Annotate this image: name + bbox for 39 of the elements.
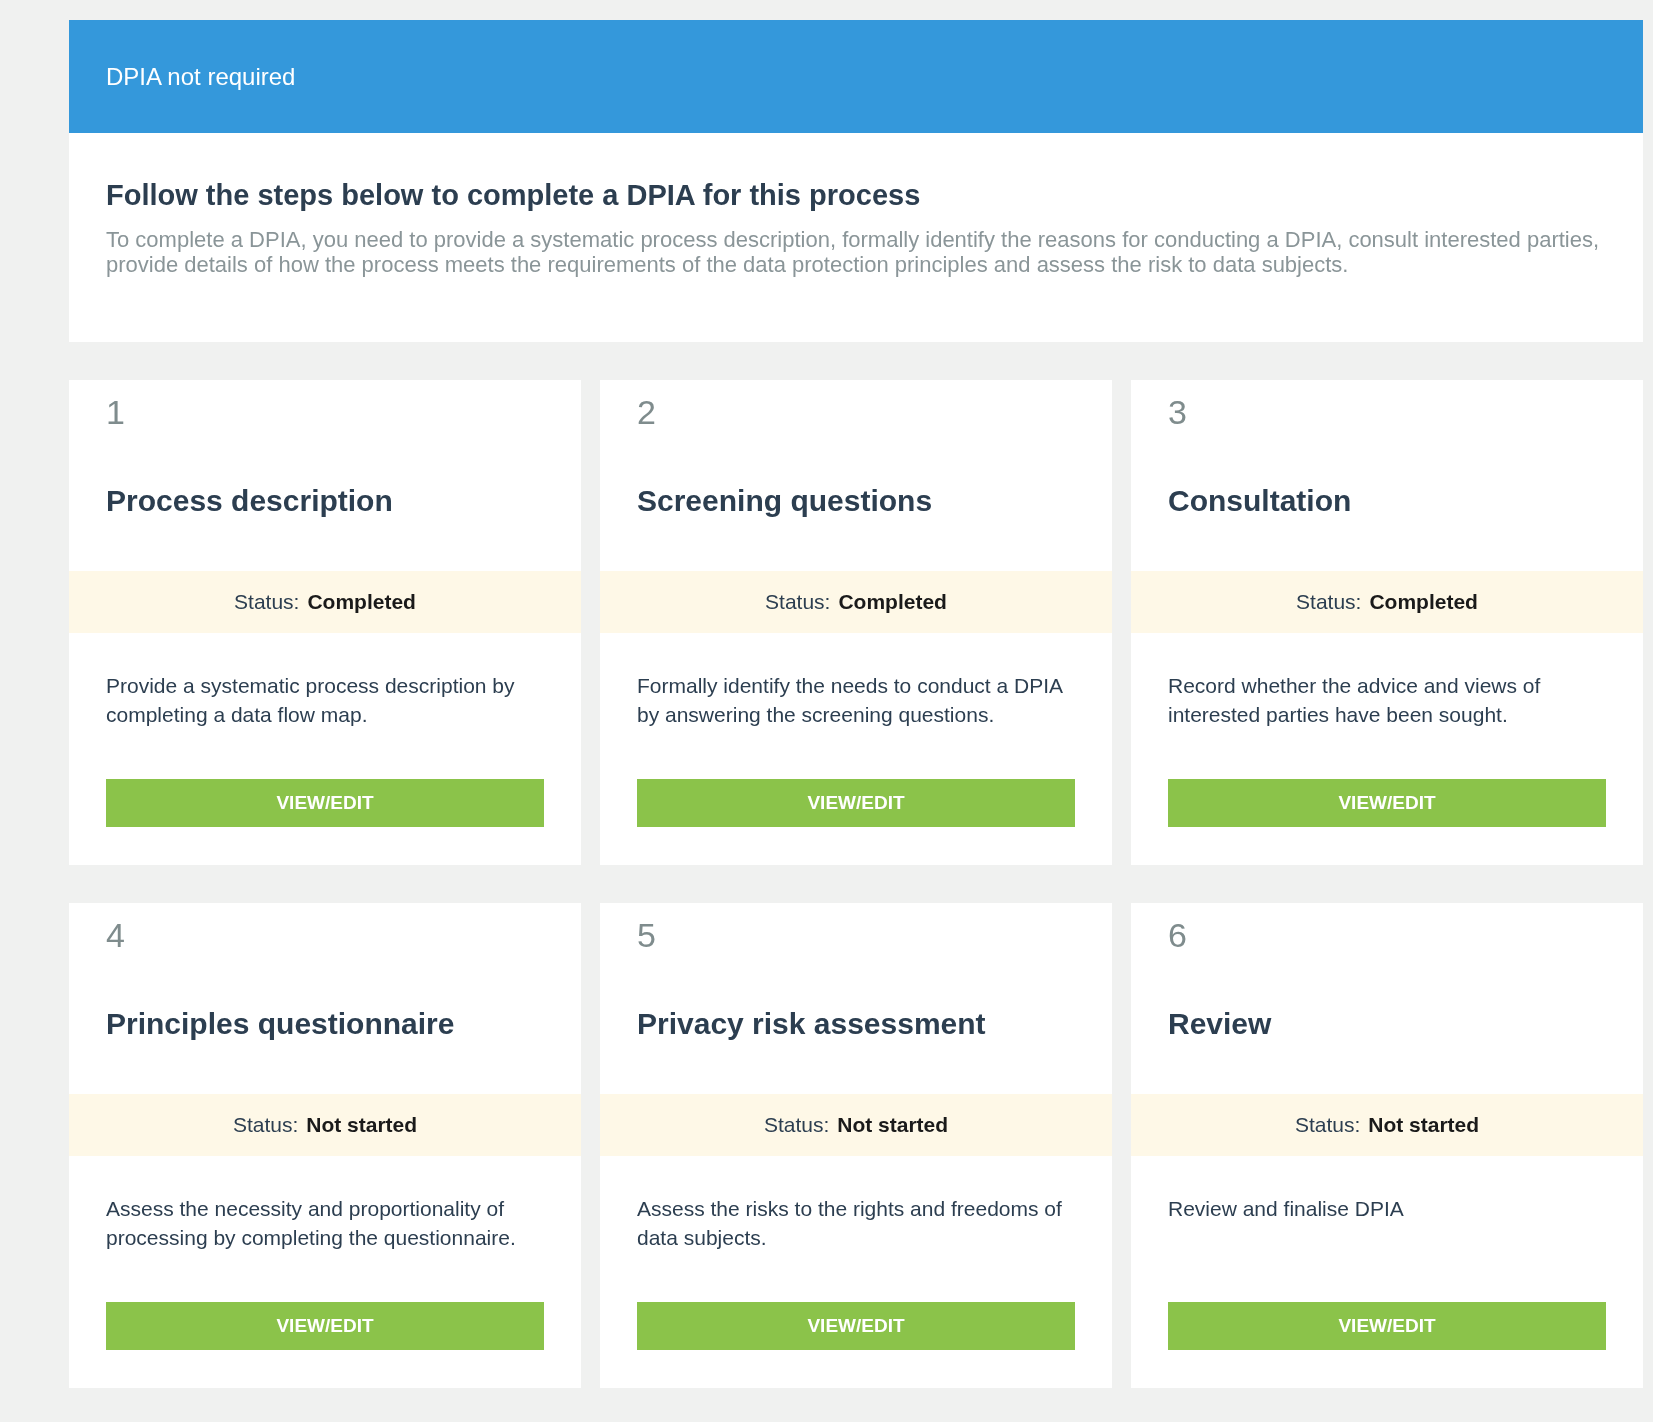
status-label: Status: [1296, 589, 1362, 616]
step-title: Privacy risk assessment [637, 1006, 986, 1042]
step-number: 5 [637, 915, 656, 956]
step-number: 2 [637, 392, 656, 433]
intro-text: To complete a DPIA, you need to provide a systematic process description, formally identify the reasons for conducting a DPIA, consult interested parties, provide details of how the process meets the requirements of the data protection principles and assess the risk to data subjects. [106, 227, 1601, 278]
step-number: 4 [106, 915, 125, 956]
view-edit-button[interactable]: VIEW/EDIT [106, 779, 544, 827]
step-title: Consultation [1168, 483, 1352, 519]
step-title: Process description [106, 483, 393, 519]
view-edit-button[interactable]: VIEW/EDIT [1168, 1302, 1606, 1350]
view-edit-button[interactable]: VIEW/EDIT [1168, 779, 1606, 827]
step-title: Review [1168, 1006, 1272, 1042]
view-edit-button[interactable]: VIEW/EDIT [637, 1302, 1075, 1350]
status-value: Completed [307, 589, 416, 616]
status-label: Status: [1294, 1112, 1361, 1139]
intro-heading: Follow the steps below to complete a DPIA for this process [106, 178, 922, 213]
step-description: Record whether the advice and views of interested parties have been sought. [1168, 673, 1542, 728]
status-label: Status: [234, 589, 300, 616]
status-value: Not started [306, 1112, 418, 1139]
view-edit-button[interactable]: VIEW/EDIT [106, 1302, 544, 1350]
status-label: Status: [232, 1112, 299, 1139]
step-description: Review and finalise DPIA [1168, 1196, 1405, 1222]
status-value: Not started [1368, 1112, 1480, 1139]
status-label: Status: [763, 1112, 830, 1139]
step-number: 6 [1168, 915, 1187, 956]
status-value: Completed [838, 589, 947, 616]
status-label: Status: [765, 589, 831, 616]
status-value: Completed [1369, 589, 1478, 616]
step-title: Screening questions [637, 483, 933, 519]
status-value: Not started [837, 1112, 949, 1139]
step-description: Assess the necessity and proportionality of processing by completing the questionnaire. [106, 1196, 517, 1251]
view-edit-button[interactable]: VIEW/EDIT [637, 779, 1075, 827]
step-description: Provide a systematic process description by completing a data flow map. [106, 673, 516, 728]
banner-title: DPIA not required [106, 61, 296, 92]
step-number: 3 [1168, 392, 1187, 433]
step-description: Assess the risks to the rights and freedoms of data subjects. [637, 1196, 1063, 1251]
step-number: 1 [106, 392, 125, 433]
step-title: Principles questionnaire [106, 1006, 455, 1042]
step-description: Formally identify the needs to conduct a DPIA by answering the screening questions. [637, 673, 1064, 728]
